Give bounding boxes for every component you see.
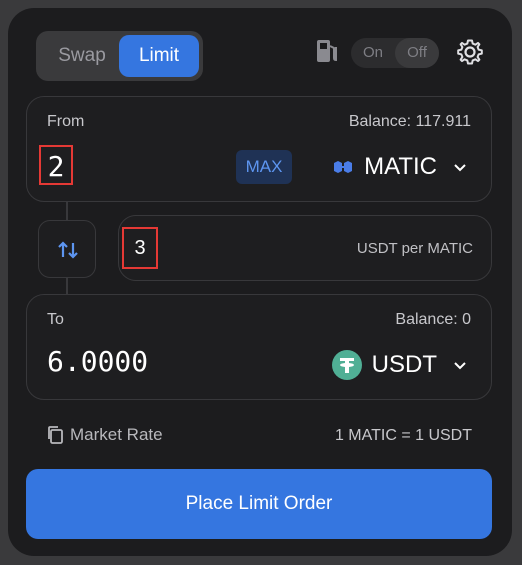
connector-line-top (66, 202, 68, 220)
gas-toggle[interactable]: On Off (351, 38, 439, 68)
max-button[interactable]: MAX (236, 150, 292, 184)
to-amount: 6.0000 (47, 345, 149, 378)
chevron-down-icon (454, 164, 466, 172)
tab-swap[interactable]: Swap (42, 35, 122, 77)
mode-tabs: Swap Limit (36, 31, 203, 81)
swap-arrows-icon (58, 241, 78, 259)
from-token-symbol: MATIC (364, 153, 437, 180)
toggle-off-option[interactable]: Off (395, 38, 439, 68)
to-token-symbol: USDT (371, 351, 437, 378)
connector-line-bottom (66, 278, 68, 294)
to-panel: To Balance: 0 6.0000 USDT (26, 294, 492, 400)
toggle-on-option[interactable]: On (351, 38, 395, 68)
gear-icon[interactable] (456, 38, 484, 66)
to-label: To (47, 311, 64, 328)
to-balance: Balance: 0 (395, 311, 471, 328)
matic-icon (334, 161, 353, 173)
gas-pump-icon (317, 40, 337, 62)
copy-icon (48, 426, 63, 444)
market-rate-button[interactable]: Market Rate (46, 425, 163, 445)
from-panel: From Balance: 117.911 2 MAX MATIC (26, 96, 492, 202)
place-limit-order-button[interactable]: Place Limit Order (26, 469, 492, 539)
chevron-down-icon (454, 362, 466, 370)
from-token-selector[interactable]: MATIC (332, 149, 467, 185)
switch-direction-button[interactable] (38, 220, 96, 278)
limit-order-card: Swap Limit On Off From Balance: 117.911 … (8, 8, 512, 556)
from-balance: Balance: 117.911 (348, 113, 471, 130)
limit-rate-unit: USDT per MATIC (356, 240, 473, 257)
market-rate-label: Market Rate (70, 425, 163, 444)
tab-limit[interactable]: Limit (119, 35, 199, 77)
from-amount-input[interactable]: 2 (39, 145, 73, 185)
to-token-selector[interactable]: USDT (331, 347, 467, 383)
limit-rate-input[interactable]: 3 (122, 227, 158, 269)
tether-icon (331, 350, 362, 380)
market-rate-value: 1 MATIC = 1 USDT (334, 427, 472, 444)
limit-rate-panel: 3 USDT per MATIC (118, 215, 492, 281)
from-label: From (47, 113, 85, 130)
